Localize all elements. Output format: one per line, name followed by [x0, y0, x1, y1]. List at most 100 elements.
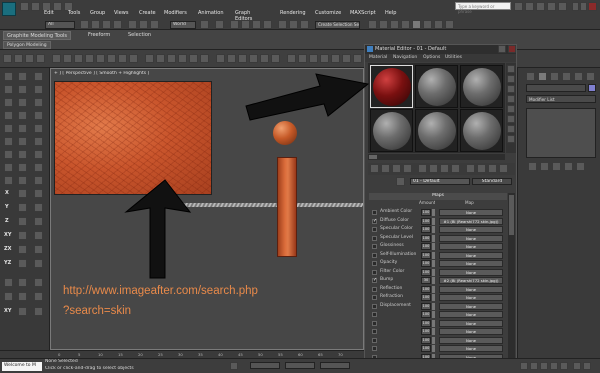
configure-modifier-sets-icon[interactable] [576, 162, 585, 171]
rail-icon-14[interactable] [18, 124, 27, 133]
map-amount-field[interactable]: 100 [421, 311, 431, 318]
play-icon[interactable] [540, 362, 548, 370]
material-type-button[interactable]: Standard [472, 178, 512, 185]
orbit-icon[interactable] [583, 362, 591, 370]
map-enable-checkbox[interactable] [372, 346, 377, 351]
menu-group[interactable]: Group [90, 10, 105, 16]
map-amount-field[interactable]: 30 [421, 277, 431, 284]
display-tab-icon[interactable] [574, 72, 583, 81]
maps-rollout-header[interactable]: Maps [369, 193, 507, 200]
modifier-list-dropdown[interactable]: Modifier List [526, 95, 596, 103]
toolbar-tool-icon-26[interactable] [298, 54, 307, 63]
communication-center-icon[interactable] [536, 2, 545, 11]
menu-customize[interactable]: Customize [315, 10, 341, 16]
map-amount-spinner[interactable] [432, 277, 435, 284]
close-icon[interactable] [588, 2, 597, 11]
map-slot-button[interactable]: #2 (Bi (Rearshi772 skin.jpg)) [439, 277, 503, 284]
toolbar-tool-icon-31[interactable] [353, 54, 362, 63]
map-enable-checkbox[interactable] [372, 227, 377, 232]
app-menu-icon[interactable] [2, 2, 16, 16]
material-editor-icon[interactable] [412, 20, 421, 29]
axis-constraint-z[interactable]: Z [5, 218, 9, 224]
toolbar-tool-icon-4[interactable] [36, 54, 45, 63]
sphere-object[interactable] [273, 121, 297, 145]
rail-icon-43[interactable] [4, 292, 13, 301]
pick-material-icon[interactable] [396, 177, 405, 186]
viewport-label[interactable]: + ] [ Perspective ] [ Smooth + Highlight… [54, 71, 149, 76]
tab-freeform[interactable]: Freeform [85, 31, 113, 40]
map-enable-checkbox[interactable] [372, 303, 377, 309]
map-amount-spinner[interactable] [432, 251, 435, 259]
sample-slot-2[interactable] [415, 65, 458, 108]
map-amount-field[interactable]: 100 [421, 209, 431, 216]
rail-icon-8[interactable] [18, 98, 27, 107]
map-slot-button[interactable]: None [439, 319, 503, 327]
rail-icon-33[interactable] [34, 217, 43, 226]
toolbar-tool-icon-11[interactable] [118, 54, 127, 63]
map-amount-spinner[interactable] [432, 226, 435, 233]
sample-slot-6[interactable] [460, 109, 503, 152]
rail-icon-22[interactable] [4, 163, 13, 172]
named-selection-set-dropdown[interactable]: Create Selection Se [315, 21, 360, 29]
angle-snap-icon[interactable] [241, 20, 250, 29]
axis-constraint-xy[interactable]: XY [4, 232, 11, 238]
map-enable-checkbox[interactable] [372, 286, 377, 292]
sample-slot-5[interactable] [415, 109, 458, 152]
remove-modifier-icon[interactable] [564, 162, 573, 171]
show-end-result-icon[interactable] [477, 164, 486, 173]
rail-icon-9[interactable] [34, 98, 43, 107]
map-amount-spinner[interactable] [432, 319, 435, 327]
tab-graphite-modeling-tools[interactable]: Graphite Modeling Tools [3, 31, 72, 40]
sample-slot-4[interactable] [370, 109, 413, 152]
select-by-material-icon[interactable] [507, 135, 515, 143]
axis-constraint-x[interactable]: X [5, 190, 9, 196]
make-unique-icon[interactable] [429, 164, 438, 173]
modify-tab-icon[interactable] [538, 72, 547, 81]
map-amount-field[interactable]: 100 [421, 217, 431, 225]
map-amount-field[interactable]: 100 [421, 268, 431, 276]
layer-manager-icon[interactable] [368, 20, 377, 29]
map-amount-field[interactable]: 100 [421, 226, 431, 233]
toolbar-tool-icon-15[interactable] [167, 54, 176, 63]
map-slot-button[interactable]: None [439, 294, 503, 301]
get-material-icon[interactable] [370, 164, 379, 173]
map-amount-field[interactable]: 100 [421, 260, 431, 267]
rail-icon-10[interactable] [4, 111, 13, 120]
map-slot-button[interactable]: None [439, 226, 503, 233]
align-icon[interactable] [300, 20, 309, 29]
curve-editor-icon[interactable] [390, 20, 399, 29]
rail-icon-12[interactable] [34, 111, 43, 120]
rail-icon-11[interactable] [18, 111, 27, 120]
map-slot-button[interactable]: None [439, 268, 503, 276]
utilities-tab-icon[interactable] [586, 72, 595, 81]
rail-icon-34[interactable] [18, 231, 27, 240]
map-slot-button[interactable]: None [439, 260, 503, 267]
rail-icon-6[interactable] [34, 85, 43, 94]
open-file-icon[interactable] [31, 2, 40, 11]
material-name-field[interactable]: 01 - Default [410, 178, 470, 185]
spinner-snap-icon[interactable] [263, 20, 272, 29]
map-enable-checkbox[interactable] [372, 235, 377, 241]
map-slot-button[interactable]: None [439, 243, 503, 250]
mirror-icon[interactable] [289, 20, 298, 29]
map-enable-checkbox[interactable] [372, 312, 377, 317]
rail-icon-26[interactable] [18, 176, 27, 185]
go-forward-sibling-icon[interactable] [499, 164, 508, 173]
rail-icon-17[interactable] [18, 137, 27, 146]
map-slot-button[interactable]: None [439, 311, 503, 318]
object-name-field[interactable] [526, 84, 586, 92]
map-amount-field[interactable]: 100 [421, 328, 431, 335]
rail-icon-4[interactable] [4, 85, 13, 94]
maximize-icon[interactable] [580, 2, 587, 11]
next-frame-icon[interactable] [550, 362, 558, 370]
map-amount-spinner[interactable] [432, 345, 435, 352]
toolbar-tool-icon-5[interactable] [52, 54, 61, 63]
rail-icon-24[interactable] [34, 163, 43, 172]
time-slider[interactable]: 0 5 10 15 20 25 30 35 40 45 50 55 60 65 70 [0, 350, 364, 358]
rotate-icon[interactable] [139, 20, 148, 29]
render-setup-icon[interactable] [423, 20, 432, 29]
scale-icon[interactable] [150, 20, 159, 29]
go-to-end-icon[interactable] [560, 362, 568, 370]
move-icon[interactable] [128, 20, 137, 29]
axis-constraint-yz[interactable]: YZ [4, 260, 11, 266]
